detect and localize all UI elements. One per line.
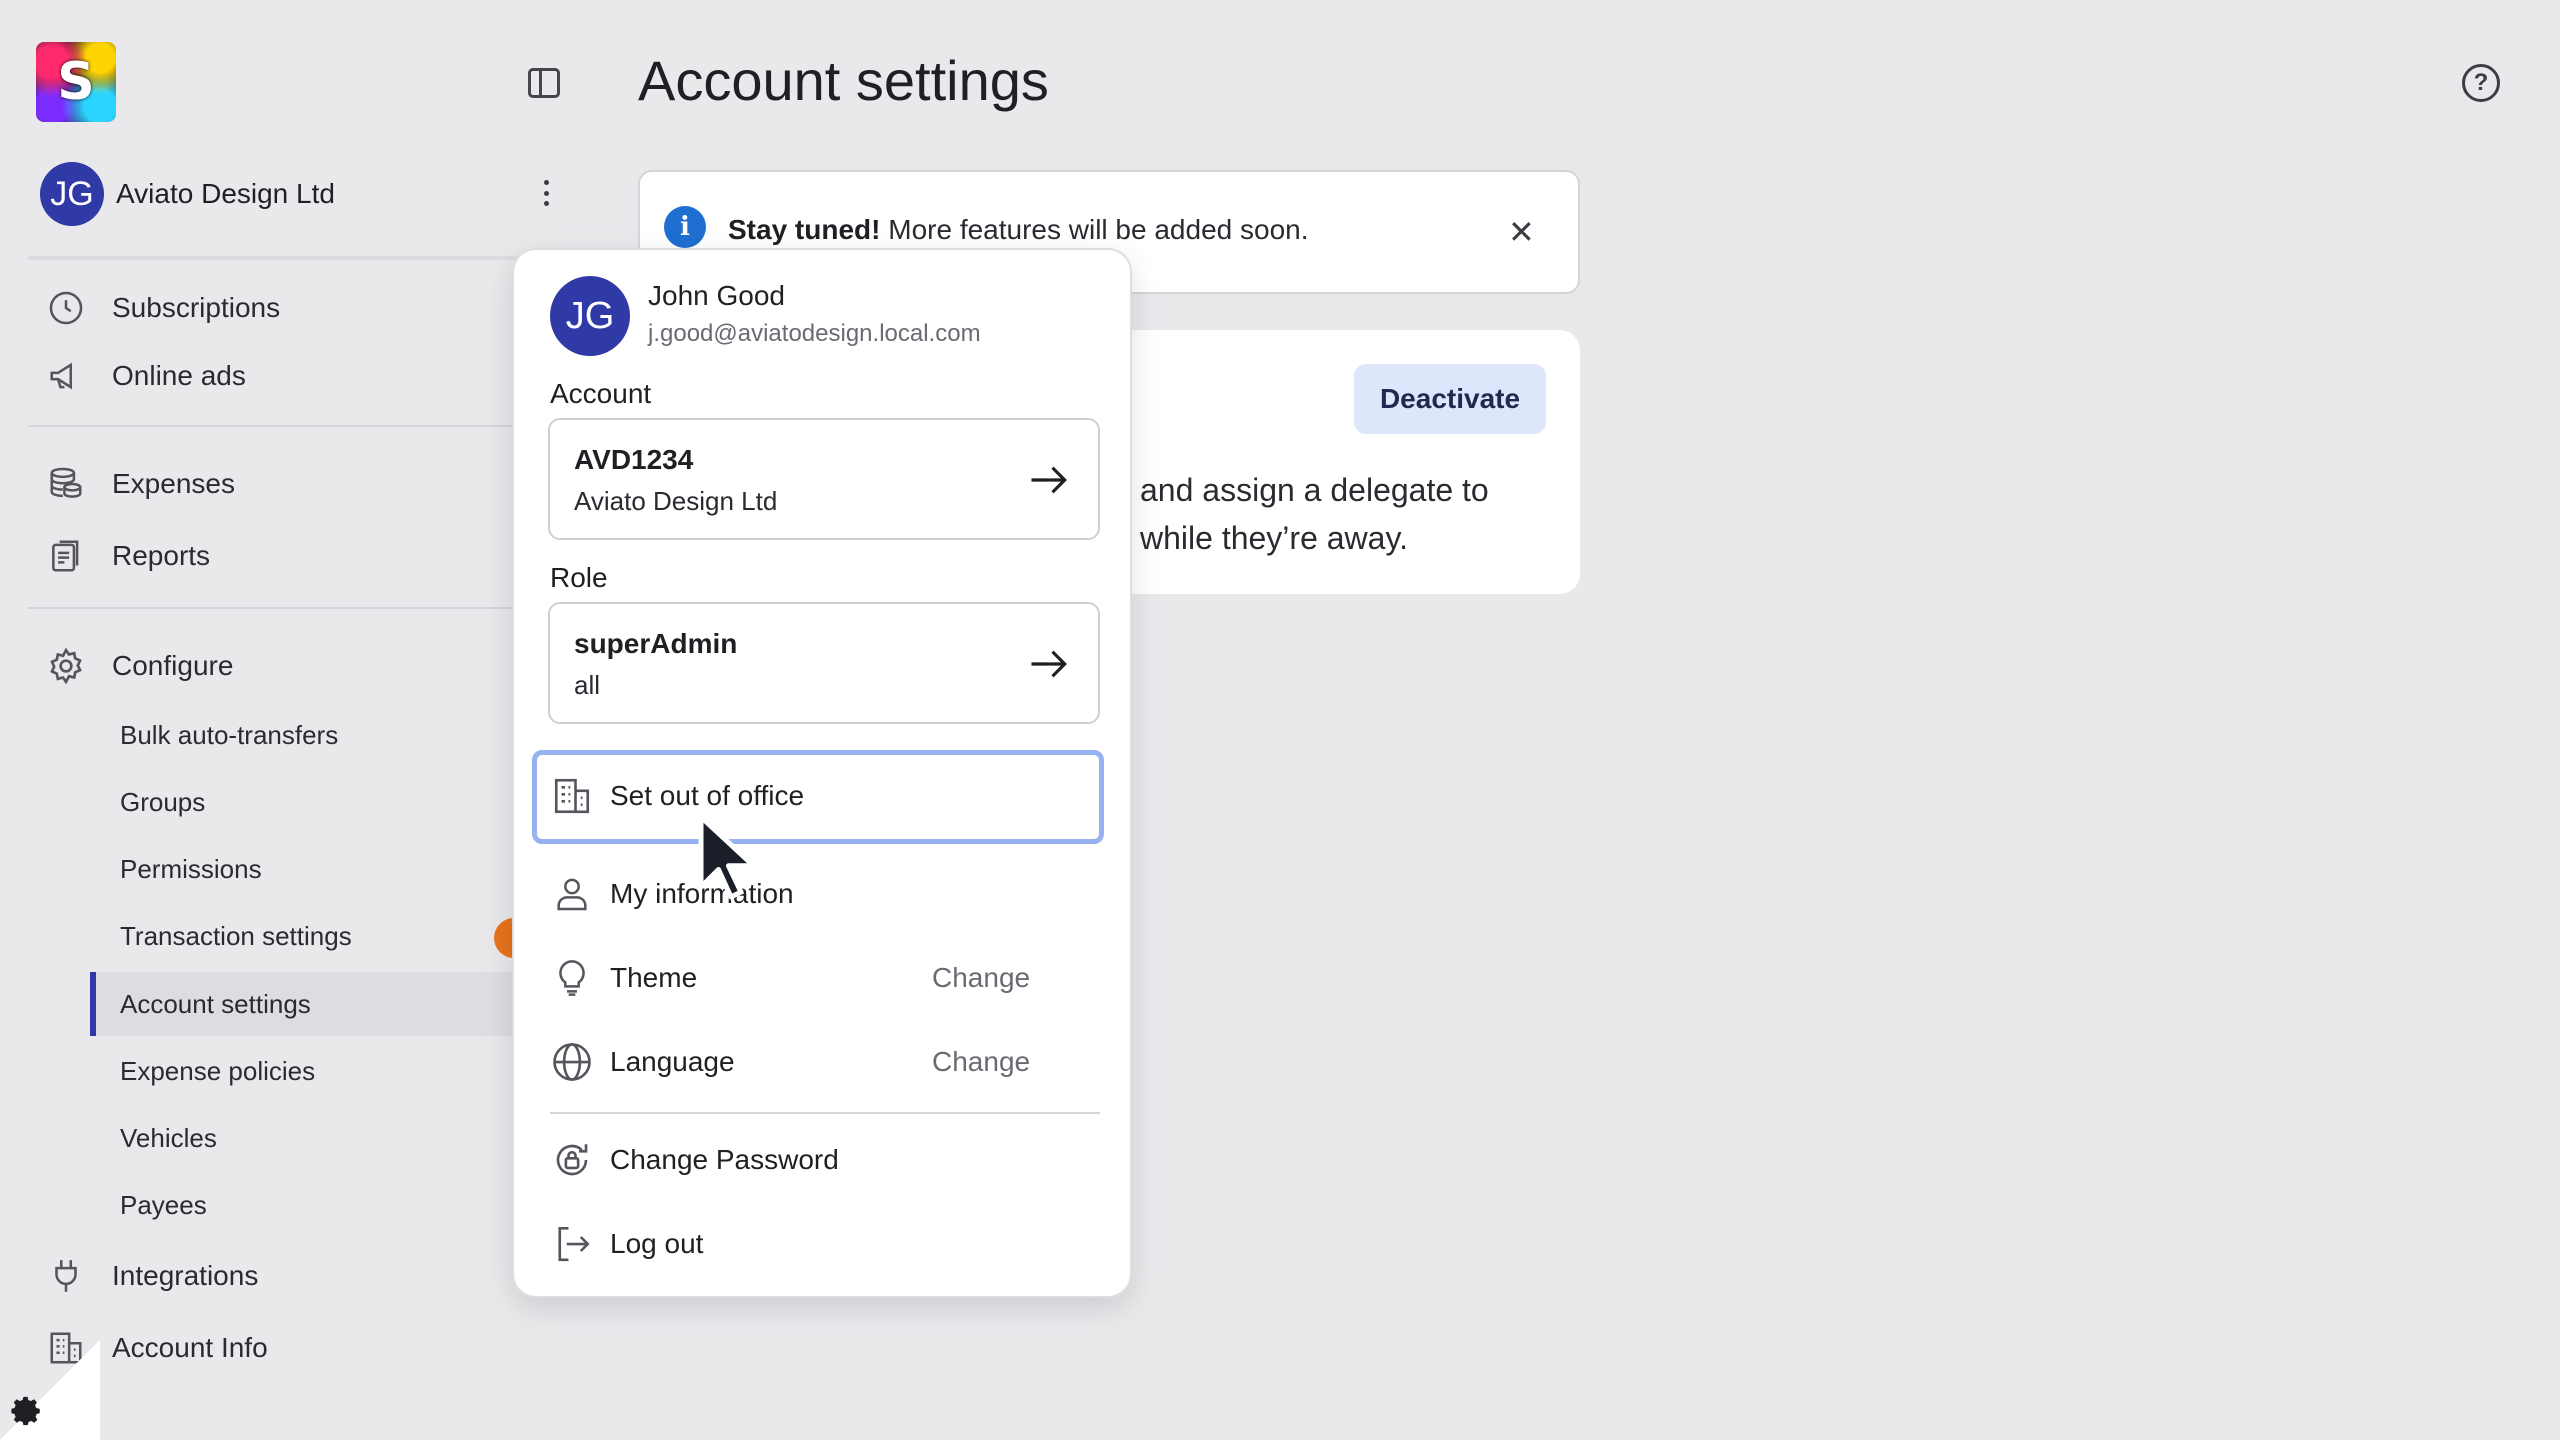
sidebar-item-bulk-auto-transfers[interactable]: Bulk auto-transfers xyxy=(120,720,338,751)
sidebar-item-transaction-settings[interactable]: Transaction settings xyxy=(120,921,352,952)
clock-icon xyxy=(44,286,88,330)
close-icon[interactable]: ✕ xyxy=(1508,216,1535,248)
account-code: AVD1234 xyxy=(574,444,694,475)
globe-icon xyxy=(550,1040,594,1084)
page-title: Account settings xyxy=(638,49,1049,112)
sidebar-item-integrations[interactable]: Integrations xyxy=(44,1254,258,1298)
org-switcher[interactable]: JG Aviato Design Ltd xyxy=(40,162,335,226)
account-selector[interactable]: AVD1234 Aviato Design Ltd xyxy=(548,418,1100,540)
more-options-icon[interactable] xyxy=(536,180,556,206)
sidebar-toggle-icon[interactable] xyxy=(528,68,560,98)
mouse-cursor-icon xyxy=(696,812,766,907)
user-email: j.good@aviatodesign.local.com xyxy=(648,320,981,347)
sidebar-item-expense-policies[interactable]: Expense policies xyxy=(120,1056,315,1087)
lightbulb-icon xyxy=(550,956,594,1000)
plug-icon xyxy=(44,1254,88,1298)
sidebar-item-expenses[interactable]: Expenses xyxy=(44,462,235,506)
theme-item[interactable]: Theme xyxy=(550,956,697,1000)
divider xyxy=(28,607,518,609)
info-icon: i xyxy=(664,206,706,248)
org-name: Aviato Design Ltd xyxy=(116,178,335,209)
change-password-item[interactable]: Change Password xyxy=(550,1138,839,1182)
arrow-right-icon xyxy=(1028,462,1070,503)
sidebar-item-vehicles[interactable]: Vehicles xyxy=(120,1123,217,1154)
settings-corner[interactable] xyxy=(0,1340,100,1440)
arrow-right-icon xyxy=(1028,646,1070,687)
account-section-label: Account xyxy=(550,378,652,409)
user-name: John Good xyxy=(648,280,785,311)
banner-title: Stay tuned! xyxy=(728,214,881,245)
role-selector[interactable]: superAdmin all xyxy=(548,602,1100,724)
person-icon xyxy=(550,872,594,916)
sidebar-item-subscriptions[interactable]: Subscriptions xyxy=(44,286,280,330)
user-menu: JG John Good j.good@aviatodesign.local.c… xyxy=(512,248,1132,1298)
sidebar-item-account-settings[interactable]: Account settings xyxy=(120,989,311,1020)
coins-icon xyxy=(44,462,88,506)
log-out-item[interactable]: Log out xyxy=(550,1222,703,1266)
sidebar-item-payees[interactable]: Payees xyxy=(120,1190,207,1221)
report-icon xyxy=(44,534,88,578)
logout-icon xyxy=(550,1222,594,1266)
avatar: JG xyxy=(40,162,104,226)
building-icon xyxy=(550,774,594,818)
role-section-label: Role xyxy=(550,562,608,593)
divider xyxy=(550,1112,1100,1114)
gear-icon xyxy=(44,644,88,688)
sidebar-item-reports[interactable]: Reports xyxy=(44,534,210,578)
card-description: and assign a delegate to while they’re a… xyxy=(1140,472,1489,556)
theme-change-link[interactable]: Change xyxy=(932,962,1030,994)
role-name: superAdmin xyxy=(574,628,738,659)
language-item[interactable]: Language xyxy=(550,1040,735,1084)
avatar: JG xyxy=(550,276,630,356)
help-icon[interactable]: ? xyxy=(2462,64,2500,102)
sidebar-item-groups[interactable]: Groups xyxy=(120,787,205,818)
gear-icon xyxy=(10,1394,44,1433)
divider xyxy=(28,425,518,427)
sidebar-item-online-ads[interactable]: Online ads xyxy=(44,354,246,398)
megaphone-icon xyxy=(44,354,88,398)
account-name: Aviato Design Ltd xyxy=(574,486,778,516)
banner-text: More features will be added soon. xyxy=(880,214,1309,245)
sidebar-item-permissions[interactable]: Permissions xyxy=(120,854,262,885)
language-change-link[interactable]: Change xyxy=(932,1046,1030,1078)
role-scope: all xyxy=(574,670,601,700)
deactivate-button[interactable]: Deactivate xyxy=(1354,364,1546,434)
app-logo[interactable]: S xyxy=(36,42,116,122)
sidebar-item-configure[interactable]: Configure xyxy=(44,644,233,688)
lock-refresh-icon xyxy=(550,1138,594,1182)
divider xyxy=(28,256,518,260)
